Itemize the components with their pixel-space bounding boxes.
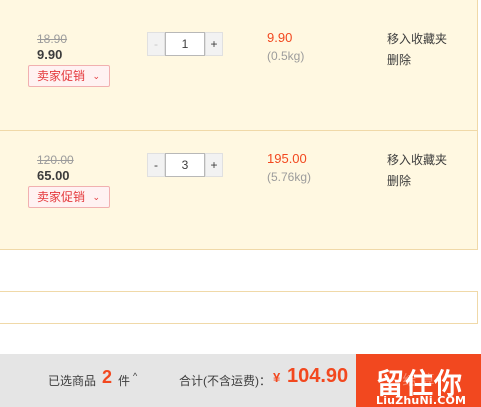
- move-to-favorites-link[interactable]: 移入收藏夹: [387, 151, 447, 168]
- promotion-label: 卖家促销: [37, 190, 86, 204]
- selected-items-unit: 件: [118, 374, 131, 388]
- cart-item-row: 18.90 9.90 卖家促销 ⌄ - 1 + 9.90 (0.5kg) 移入收…: [0, 10, 478, 130]
- quantity-input[interactable]: 1: [165, 32, 205, 56]
- original-price: 120.00: [37, 153, 74, 167]
- currency-symbol: ¥: [273, 370, 281, 385]
- chevron-up-icon[interactable]: ^: [133, 371, 137, 381]
- selected-items-label: 已选商品: [48, 374, 97, 388]
- total-amount: 104.90: [287, 365, 349, 387]
- delete-item-link[interactable]: 删除: [387, 172, 411, 189]
- item-subtotal: 195.00: [267, 151, 307, 166]
- item-weight: (0.5kg): [267, 49, 305, 63]
- current-price: 65.00: [37, 168, 70, 183]
- empty-panel: [0, 291, 478, 324]
- total-label: 合计(不含运费)：: [179, 374, 271, 388]
- delete-item-link[interactable]: 删除: [387, 51, 411, 68]
- decrease-quantity-button[interactable]: -: [147, 32, 165, 56]
- current-price: 9.90: [37, 47, 63, 62]
- selected-items-count: 2: [102, 367, 113, 387]
- quantity-input[interactable]: 3: [165, 153, 205, 177]
- item-subtotal: 9.90: [267, 30, 293, 45]
- original-price: 18.90: [37, 32, 68, 46]
- watermark-logo: 留住你 LiuZhuNi.COM: [372, 360, 481, 407]
- seller-promotion-dropdown[interactable]: 卖家促销 ⌄: [28, 65, 110, 87]
- cart-items: 18.90 9.90 卖家促销 ⌄ - 1 + 9.90 (0.5kg) 移入收…: [0, 0, 478, 250]
- item-weight: (5.76kg): [267, 170, 312, 184]
- decrease-quantity-button[interactable]: -: [147, 153, 165, 177]
- seller-promotion-dropdown[interactable]: 卖家促销 ⌄: [28, 186, 110, 208]
- increase-quantity-button[interactable]: +: [205, 32, 223, 56]
- cart-item-row: 120.00 65.00 卖家促销 ⌄ - 3 + 195.00 (5.76kg…: [0, 130, 478, 250]
- increase-quantity-button[interactable]: +: [205, 153, 223, 177]
- watermark-url: LiuZhuNi.COM: [376, 394, 467, 407]
- chevron-down-icon: ⌄: [92, 192, 100, 202]
- promotion-label: 卖家促销: [37, 69, 86, 83]
- move-to-favorites-link[interactable]: 移入收藏夹: [387, 30, 447, 47]
- chevron-down-icon: ⌄: [92, 71, 100, 81]
